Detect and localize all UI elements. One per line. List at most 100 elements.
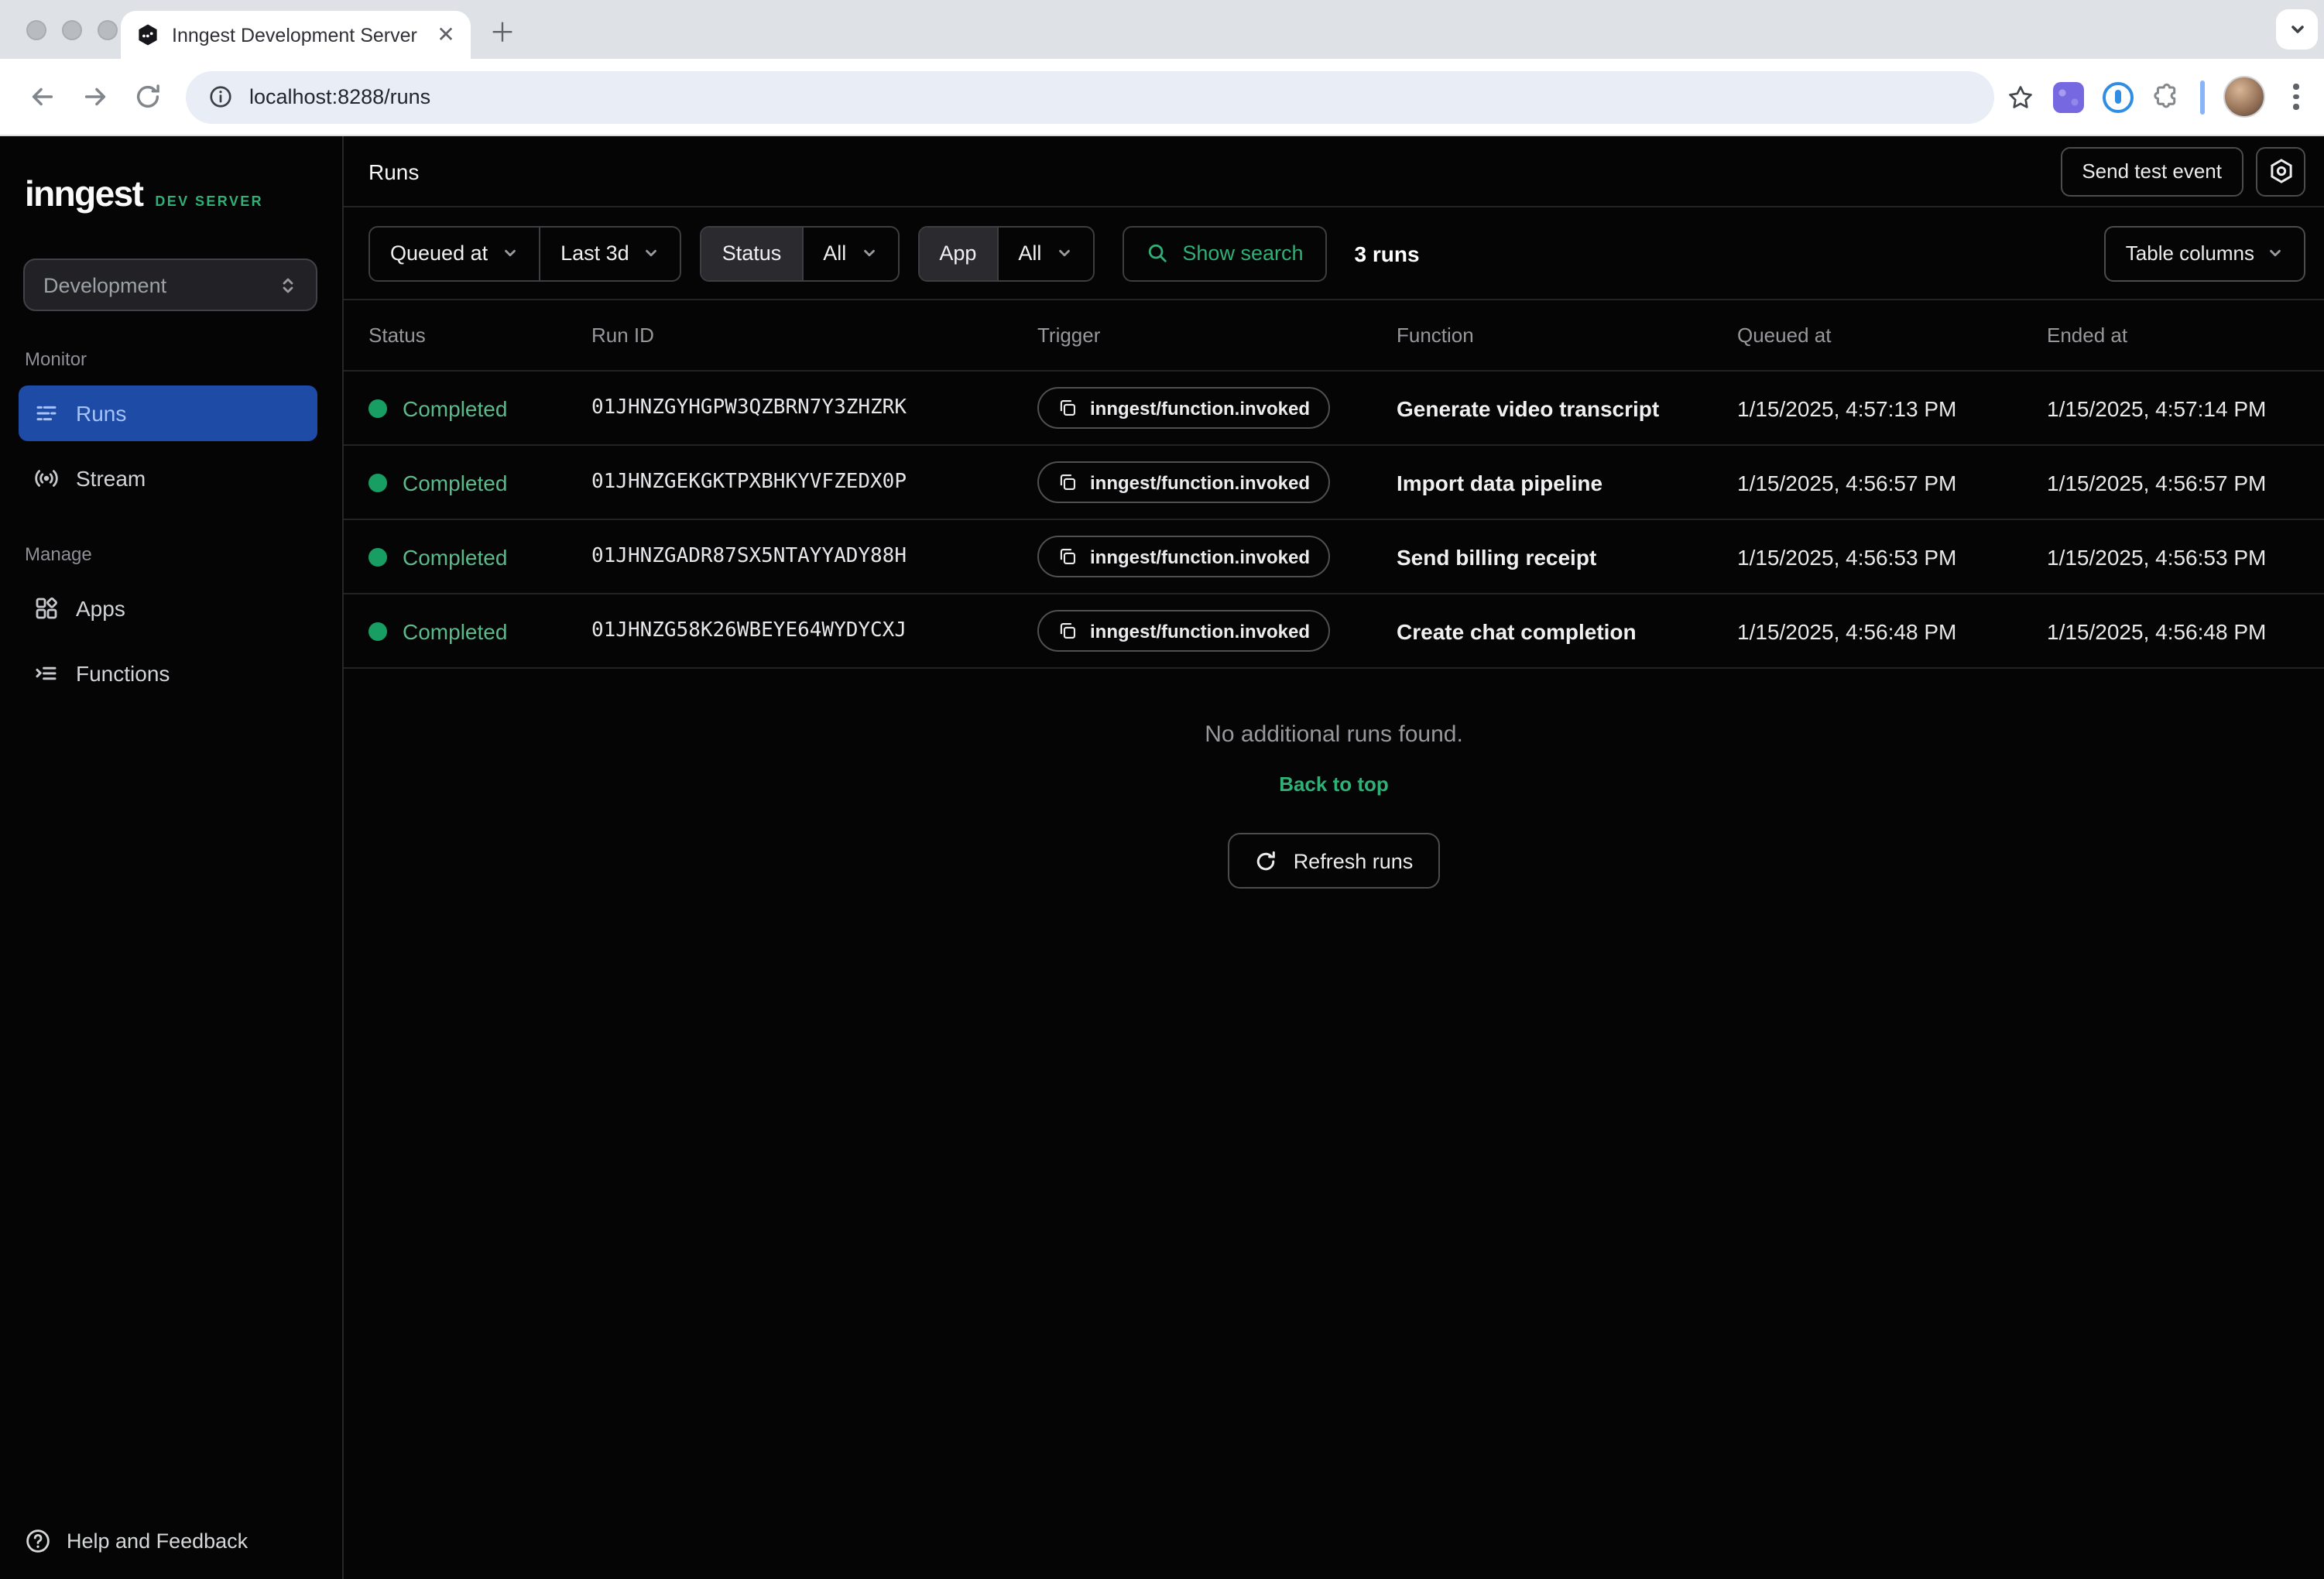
filter-bar: Queued at Last 3d Status All (344, 207, 2324, 300)
ended-at: 1/15/2025, 4:56:57 PM (2047, 470, 2299, 495)
ended-at: 1/15/2025, 4:56:53 PM (2047, 544, 2299, 569)
tab-search-button[interactable] (2276, 9, 2318, 50)
show-search-button[interactable]: Show search (1122, 225, 1326, 281)
trigger-pill[interactable]: inngest/function.invoked (1037, 461, 1330, 503)
help-question-icon (25, 1528, 51, 1554)
table-columns-label: Table columns (2126, 241, 2254, 265)
extensions-puzzle-icon[interactable] (2152, 82, 2182, 111)
functions-icon (34, 661, 59, 686)
window-minimize-button[interactable] (62, 20, 82, 40)
table-row[interactable]: Completed 01JHNZG58K26WBEYE64WYDYCXJ inn… (344, 594, 2324, 669)
function-name[interactable]: Import data pipeline (1397, 470, 1737, 495)
screen: Inngest Development Server ✕ ＋ localhost… (0, 0, 2324, 1579)
section-label-monitor: Monitor (25, 348, 317, 370)
search-icon (1145, 241, 1168, 265)
apps-grid-icon (34, 596, 59, 621)
sidebar: inngest DEV SERVER Development Monitor R… (0, 136, 344, 1579)
refresh-runs-button[interactable]: Refresh runs (1229, 833, 1440, 889)
refresh-runs-label: Refresh runs (1294, 849, 1414, 872)
table-row[interactable]: Completed 01JHNZGEKGKTPXBHKYVFZEDX0P inn… (344, 446, 2324, 520)
back-button[interactable] (20, 75, 63, 118)
trigger-name: inngest/function.invoked (1090, 620, 1310, 642)
copy-icon (1057, 546, 1078, 567)
ended-at: 1/15/2025, 4:56:48 PM (2047, 618, 2299, 643)
status-filter-value: All (823, 241, 846, 265)
tab-close-icon[interactable]: ✕ (434, 22, 458, 48)
toolbar-divider (2200, 80, 2205, 114)
trigger-pill[interactable]: inngest/function.invoked (1037, 387, 1330, 429)
environment-value: Development (43, 273, 166, 296)
trigger-pill[interactable]: inngest/function.invoked (1037, 536, 1330, 577)
column-header-run-id: Run ID (591, 324, 1037, 347)
send-test-event-label: Send test event (2082, 159, 2222, 183)
inngest-logo: inngest (25, 173, 142, 215)
run-id: 01JHNZGEKGKTPXBHKYVFZEDX0P (591, 471, 1037, 494)
chevron-down-icon (2267, 245, 2284, 262)
logo-row: inngest DEV SERVER (0, 173, 342, 215)
app-filter[interactable]: App All (917, 225, 1094, 281)
send-test-event-button[interactable]: Send test event (2060, 146, 2243, 196)
bookmark-star-icon[interactable] (2007, 83, 2034, 111)
sidebar-item-label: Apps (76, 596, 125, 621)
sidebar-item-apps[interactable]: Apps (19, 581, 317, 636)
run-id: 01JHNZGADR87SX5NTAYYADY88H (591, 545, 1037, 568)
table-columns-button[interactable]: Table columns (2104, 225, 2305, 281)
site-info-icon[interactable] (207, 84, 234, 110)
tab-title: Inngest Development Server (172, 24, 421, 46)
time-filter[interactable]: Queued at Last 3d (368, 225, 682, 281)
table-header: Status Run ID Trigger Function Queued at… (344, 300, 2324, 372)
new-tab-button[interactable]: ＋ (489, 11, 516, 50)
copy-icon (1057, 472, 1078, 492)
table-body: Completed 01JHNZGYHGPW3QZBRN7Y3ZHZRK inn… (344, 372, 2324, 669)
run-status: Completed (403, 544, 507, 569)
run-status: Completed (403, 618, 507, 643)
run-status: Completed (403, 396, 507, 420)
settings-button[interactable] (2256, 146, 2305, 196)
column-header-function: Function (1397, 324, 1737, 347)
environment-select[interactable]: Development (23, 259, 317, 311)
show-search-label: Show search (1182, 241, 1303, 265)
chevron-updown-icon (279, 275, 297, 295)
run-status: Completed (403, 470, 507, 495)
reload-icon (132, 82, 162, 111)
function-name[interactable]: Send billing receipt (1397, 544, 1737, 569)
table-row[interactable]: Completed 01JHNZGYHGPW3QZBRN7Y3ZHZRK inn… (344, 372, 2324, 446)
status-filter-label: Status (722, 241, 782, 265)
browser-tabstrip: Inngest Development Server ✕ ＋ (0, 0, 2324, 59)
trigger-name: inngest/function.invoked (1090, 471, 1310, 493)
refresh-icon (1255, 849, 1278, 872)
reload-button[interactable] (125, 75, 169, 118)
table-row[interactable]: Completed 01JHNZGADR87SX5NTAYYADY88H inn… (344, 520, 2324, 594)
copy-icon (1057, 621, 1078, 641)
url-input[interactable]: localhost:8288/runs (186, 70, 1994, 123)
inngest-app: inngest DEV SERVER Development Monitor R… (0, 136, 2324, 1579)
back-to-top-link[interactable]: Back to top (1279, 772, 1389, 796)
sidebar-item-stream[interactable]: Stream (19, 450, 317, 506)
chevron-down-icon (1055, 245, 1072, 262)
time-field-label: Queued at (390, 241, 488, 265)
empty-message: No additional runs found. (344, 721, 2324, 748)
window-close-button[interactable] (26, 20, 46, 40)
column-header-ended-at: Ended at (2047, 324, 2299, 347)
copy-icon (1057, 398, 1078, 418)
profile-avatar[interactable] (2223, 76, 2265, 118)
sidebar-item-runs[interactable]: Runs (19, 385, 317, 441)
help-and-feedback[interactable]: Help and Feedback (25, 1528, 248, 1554)
run-id: 01JHNZG58K26WBEYE64WYDYCXJ (591, 619, 1037, 642)
page-title: Runs (368, 159, 419, 183)
window-zoom-button[interactable] (98, 20, 118, 40)
forward-arrow-icon (80, 82, 109, 111)
browser-menu-button[interactable] (2284, 78, 2308, 116)
browser-tab[interactable]: Inngest Development Server ✕ (121, 11, 471, 59)
status-dot-icon (368, 473, 387, 492)
extension-purple-icon[interactable] (2053, 81, 2084, 112)
onepassword-extension-icon[interactable] (2103, 81, 2134, 112)
status-filter[interactable]: Status All (701, 225, 900, 281)
forward-button[interactable] (73, 75, 116, 118)
toolbar-right (2007, 76, 2308, 118)
function-name[interactable]: Create chat completion (1397, 618, 1737, 643)
function-name[interactable]: Generate video transcript (1397, 396, 1737, 420)
sidebar-item-functions[interactable]: Functions (19, 646, 317, 701)
trigger-pill[interactable]: inngest/function.invoked (1037, 610, 1330, 652)
url-text: localhost:8288/runs (249, 85, 430, 108)
